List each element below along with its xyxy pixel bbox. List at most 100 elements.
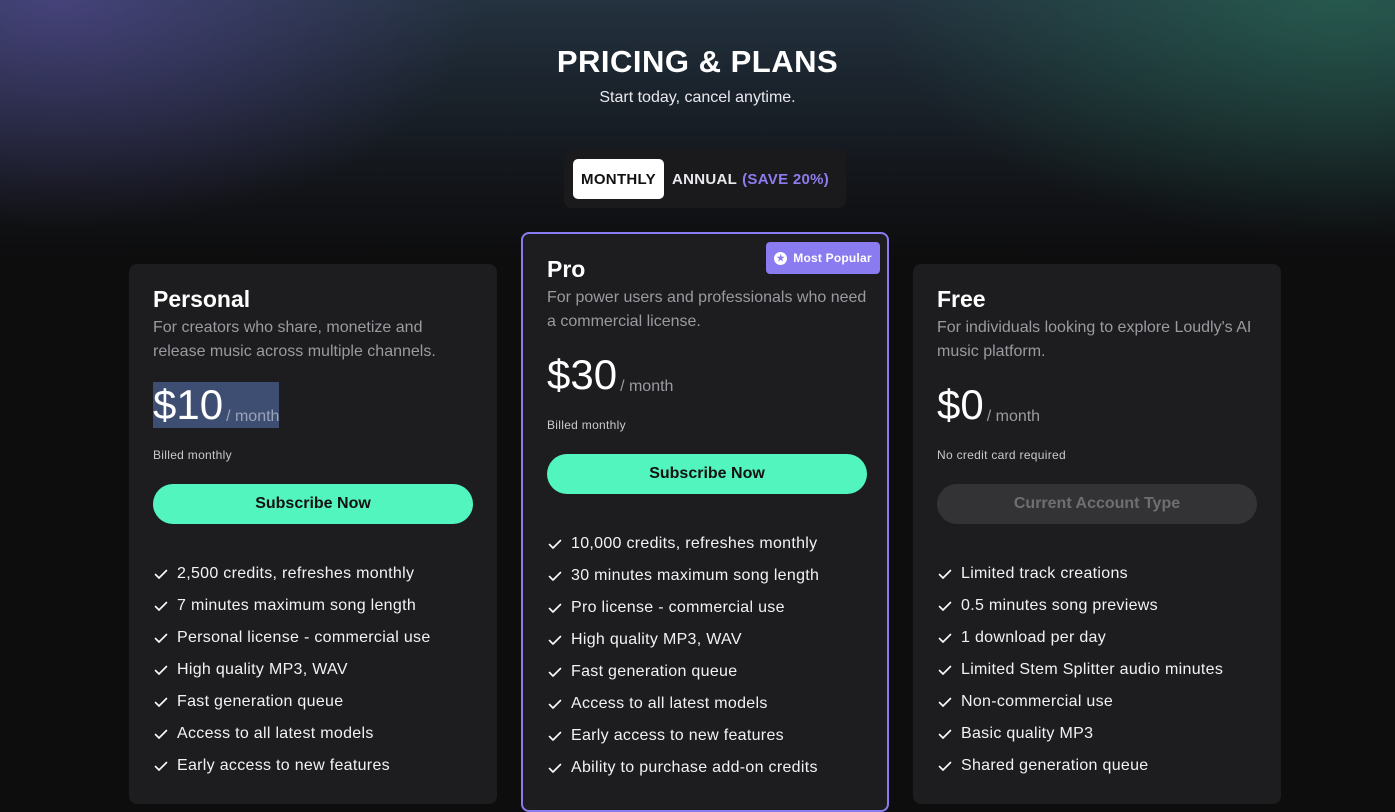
check-icon [938,569,952,579]
feature-item: 1 download per day [937,622,1223,654]
plan-card-personal: Personal For creators who share, monetiz… [129,264,497,804]
page-subtitle: Start today, cancel anytime. [599,89,796,106]
feature-text: Fast generation queue [571,663,738,680]
page-title: PRICING & PLANS [556,44,839,79]
feature-text: 30 minutes maximum song length [571,567,820,584]
check-icon [548,699,562,709]
check-icon [548,731,562,741]
feature-item: Basic quality MP3 [937,718,1223,750]
feature-item: High quality MP3, WAV [547,624,819,656]
plan-name: Pro [547,256,586,282]
feature-item: 30 minutes maximum song length [547,560,819,592]
feature-item: High quality MP3, WAV [153,654,431,686]
feature-item: Pro license - commercial use [547,592,819,624]
check-icon [154,601,168,611]
feature-text: Personal license - commercial use [177,629,431,646]
feature-item: 0.5 minutes song previews [937,590,1223,622]
feature-list: Limited track creations 0.5 minutes song … [937,558,1223,782]
feature-item: 10,000 credits, refreshes monthly [547,528,819,560]
subscribe-button-personal[interactable]: Subscribe Now [153,484,473,524]
check-icon [548,603,562,613]
feature-text: Limited track creations [961,565,1128,582]
star-circle-icon: ★ [774,251,788,265]
badge-label: Most Popular [793,251,872,265]
billing-note: Billed monthly [153,448,232,462]
feature-item: Ability to purchase add-on credits [547,752,819,784]
feature-item: Limited Stem Splitter audio minutes [937,654,1223,686]
price-period: / month [620,378,674,395]
feature-item: Shared generation queue [937,750,1223,782]
price-amount: $30 [547,351,618,398]
check-icon [154,729,168,739]
plan-description: For individuals looking to explore Loudl… [937,319,1252,360]
feature-item: Early access to new features [547,720,819,752]
feature-item: Limited track creations [937,558,1223,590]
monthly-option[interactable]: MONTHLY [573,159,664,199]
billing-note: Billed monthly [547,418,626,432]
feature-item: Access to all latest models [153,718,431,750]
feature-text: Non-commercial use [961,693,1114,710]
feature-text: High quality MP3, WAV [177,661,348,678]
feature-text: 1 download per day [961,629,1107,646]
price-amount: $10 [153,381,224,428]
feature-text: Limited Stem Splitter audio minutes [961,661,1224,678]
check-icon [154,569,168,579]
check-icon [938,633,952,643]
subscribe-button-pro[interactable]: Subscribe Now [547,454,867,494]
check-icon [938,761,952,771]
feature-text: Access to all latest models [571,695,768,712]
feature-text: 2,500 credits, refreshes monthly [177,565,415,582]
feature-text: Shared generation queue [961,757,1149,774]
check-icon [938,697,952,707]
plan-name: Free [937,286,986,312]
plan-description: For power users and professionals who ne… [547,289,867,330]
plan-card-pro: ★ Most Popular Pro For power users and p… [521,232,889,812]
check-icon [548,667,562,677]
price-period: / month [986,408,1041,425]
check-icon [154,697,168,707]
price-row: $10 / month [153,381,280,428]
feature-text: Pro license - commercial use [571,599,785,616]
feature-text: Early access to new features [177,757,390,774]
feature-text: 10,000 credits, refreshes monthly [571,535,818,552]
plan-description: For creators who share, monetize and rel… [153,319,436,360]
check-icon [154,633,168,643]
check-icon [154,761,168,771]
annual-label: ANNUAL [672,170,738,188]
price-row: $0 / month [937,382,1040,428]
price-row: $30 / month [547,352,673,398]
check-icon [548,763,562,773]
billing-note: No credit card required [937,448,1066,462]
most-popular-badge: ★ Most Popular [766,242,880,274]
feature-list: 10,000 credits, refreshes monthly 30 minu… [547,528,819,784]
price-period: / month [226,408,280,426]
feature-item: Personal license - commercial use [153,622,431,654]
feature-text: 0.5 minutes song previews [961,597,1158,614]
check-icon [548,539,562,549]
annual-option[interactable]: ANNUAL (SAVE 20%) [672,159,829,199]
feature-text: Ability to purchase add-on credits [571,759,818,776]
feature-item: Fast generation queue [153,686,431,718]
feature-item: Fast generation queue [547,656,819,688]
check-icon [938,665,952,675]
feature-list: 2,500 credits, refreshes monthly 7 minute… [153,558,431,782]
feature-text: High quality MP3, WAV [571,631,742,648]
check-icon [548,571,562,581]
check-icon [548,635,562,645]
feature-text: Access to all latest models [177,725,374,742]
check-icon [154,665,168,675]
plan-name: Personal [153,286,251,312]
feature-item: Access to all latest models [547,688,819,720]
feature-text: Fast generation queue [177,693,344,710]
feature-item: Early access to new features [153,750,431,782]
price-amount: $0 [937,381,984,428]
plan-card-free: Free For individuals looking to explore … [913,264,1281,804]
feature-text: Early access to new features [571,727,784,744]
billing-period-toggle: MONTHLY ANNUAL (SAVE 20%) [564,150,846,208]
check-icon [938,729,952,739]
feature-item: 7 minutes maximum song length [153,590,431,622]
annual-save-badge: (SAVE 20%) [742,170,830,188]
current-account-type-button[interactable]: Current Account Type [937,484,1257,524]
feature-item: Non-commercial use [937,686,1223,718]
feature-text: Basic quality MP3 [961,725,1094,742]
